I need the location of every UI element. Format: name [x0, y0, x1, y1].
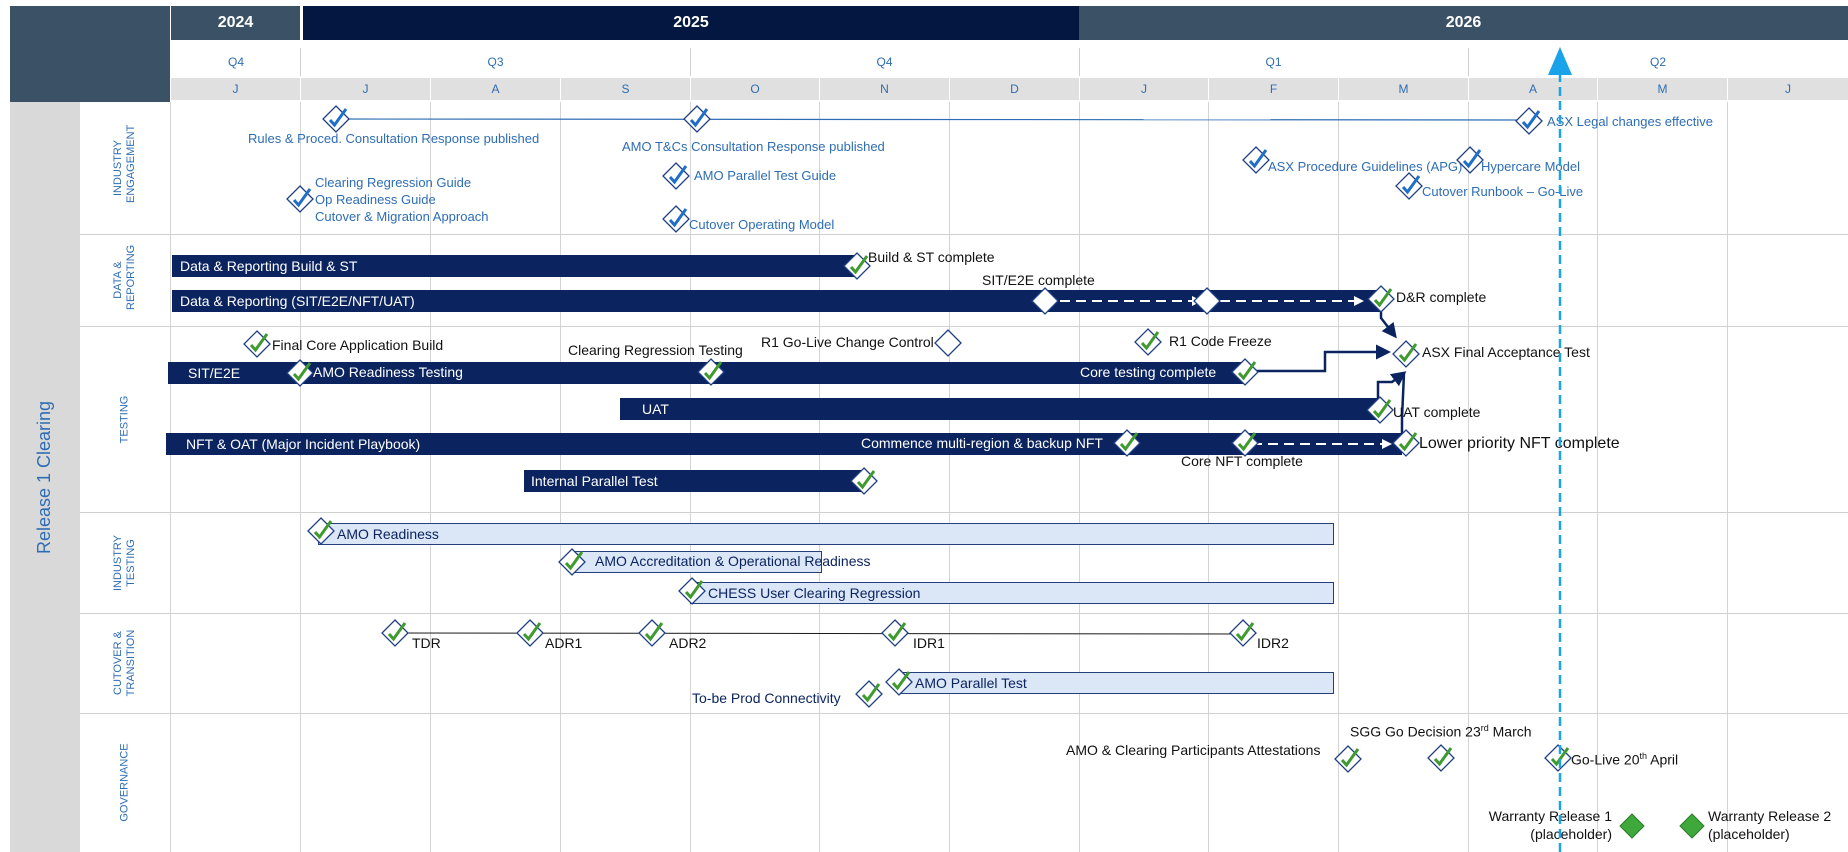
milestone-adr1	[516, 619, 544, 647]
milestone-sit-start	[1031, 287, 1059, 315]
label-r1-change-control: R1 Go-Live Change Control	[761, 334, 934, 350]
milestone-chess-regression	[678, 577, 706, 605]
today-marker	[1548, 47, 1572, 852]
bar-amo-readiness: AMO Readiness	[318, 523, 1334, 545]
milestone-amo-parallel-test	[885, 668, 913, 696]
roadmap-diagram: Release 1 Clearing 2024 2025 2026 Q4 Q3 …	[0, 0, 1848, 852]
label-attestations: AMO & Clearing Participants Attestations	[1066, 742, 1321, 758]
milestone-uat-complete	[1366, 396, 1394, 424]
milestone-cutover-runbook	[1395, 172, 1423, 200]
milestone-core-testing-complete	[1231, 358, 1259, 386]
label-warranty-release-2: Warranty Release 2 (placeholder)	[1708, 808, 1832, 842]
core-testing-arrow	[1250, 344, 1391, 373]
label-amo-parallel-test-guide: AMO Parallel Test Guide	[694, 168, 837, 183]
label-adr2: ADR2	[669, 635, 707, 651]
milestone-adr2	[638, 619, 666, 647]
label-amo-readiness-testing: AMO Readiness Testing	[313, 364, 463, 380]
engagement-link-line	[335, 118, 1531, 121]
milestone-prod-connectivity	[855, 680, 883, 708]
label-commence-multi-region: Commence multi-region & backup NFT	[861, 435, 1103, 451]
milestone-clearing-regression	[697, 358, 725, 386]
label-clearing-regression-guide: Clearing Regression Guide	[315, 175, 472, 190]
label-cutover-operating-model: Cutover Operating Model	[689, 217, 835, 232]
milestone-attestations	[1334, 745, 1362, 773]
label-clearing-regression-testing: Clearing Regression Testing	[568, 342, 743, 358]
today-arrow-icon	[1548, 47, 1572, 75]
milestone-idr2	[1229, 619, 1257, 647]
milestone-rules-response	[322, 105, 350, 133]
milestone-warranty-release-1	[1619, 813, 1645, 839]
label-idr2: IDR2	[1257, 635, 1289, 651]
label-uat-complete: UAT complete	[1393, 404, 1481, 420]
label-r1-code-freeze: R1 Code Freeze	[1169, 333, 1272, 349]
milestone-sgg-go-decision	[1427, 744, 1455, 772]
bar-internal-parallel-test: Internal Parallel Test	[524, 470, 864, 492]
bar-uat: UAT	[620, 398, 1378, 420]
milestone-amo-accreditation	[558, 548, 586, 576]
milestone-r1-change-control	[934, 329, 962, 357]
milestone-r1-code-freeze	[1134, 328, 1162, 356]
label-dr-complete: D&R complete	[1396, 289, 1487, 305]
milestone-dr-complete	[1367, 285, 1395, 313]
milestone-idr1	[881, 619, 909, 647]
label-amo-accreditation: AMO Accreditation & Operational Readines…	[595, 553, 871, 569]
label-tdr: TDR	[412, 635, 441, 651]
milestone-amo-readiness	[307, 517, 335, 545]
label-asx-procedure-guidelines: ASX Procedure Guidelines (APG)	[1268, 159, 1463, 174]
label-sgg-go-decision: SGG Go Decision 23rd March	[1350, 723, 1532, 740]
milestone-sit-complete	[1193, 287, 1221, 315]
milestone-amo-parallel-test-guide	[662, 162, 690, 190]
bar-data-reporting-build: Data & Reporting Build & ST	[172, 255, 855, 277]
label-rules-response: Rules & Proced. Consultation Response pu…	[248, 131, 540, 146]
nft-dashed-progress	[1252, 439, 1392, 449]
milestone-hypercare-model	[1456, 146, 1484, 174]
milestone-lower-priority-nft	[1392, 429, 1420, 457]
label-amo-tcs: AMO T&Cs Consultation Response published	[622, 139, 885, 154]
label-build-complete: Build & ST complete	[868, 249, 995, 265]
label-core-nft-complete: Core NFT complete	[1181, 453, 1303, 469]
milestone-warranty-release-2	[1679, 813, 1705, 839]
milestone-commence-multi-region	[1113, 429, 1141, 457]
milestone-amo-tcs	[683, 105, 711, 133]
milestone-asx-procedure-guidelines	[1242, 146, 1270, 174]
milestone-guides-cluster	[286, 185, 314, 213]
milestone-asx-legal	[1515, 107, 1543, 135]
bar-chess-regression: CHESS User Clearing Regression	[690, 582, 1334, 604]
milestone-asx-final-acceptance	[1392, 340, 1420, 368]
label-lower-priority-nft: Lower priority NFT complete	[1419, 435, 1620, 452]
milestone-amo-readiness-testing	[286, 359, 314, 387]
milestone-tdr	[381, 619, 409, 647]
label-sit-complete: SIT/E2E complete	[982, 272, 1095, 288]
label-op-readiness-guide: Op Readiness Guide	[315, 192, 436, 207]
milestone-final-core-build	[243, 330, 271, 358]
label-final-core-build: Final Core Application Build	[272, 337, 444, 353]
label-cutover-migration: Cutover & Migration Approach	[315, 209, 489, 224]
bar-nft-oat: NFT & OAT (Major Incident Playbook)	[166, 433, 1402, 455]
bar-amo-parallel-test: AMO Parallel Test	[898, 672, 1334, 694]
milestone-internal-parallel-test	[850, 467, 878, 495]
label-core-testing-complete: Core testing complete	[1080, 364, 1217, 380]
label-prod-connectivity: To-be Prod Connectivity	[692, 690, 841, 706]
label-adr1: ADR1	[545, 635, 583, 651]
milestone-build-complete	[843, 252, 871, 280]
label-idr1: IDR1	[913, 635, 945, 651]
milestone-cutover-operating-model	[662, 205, 690, 233]
label-go-live: Go-Live 20th April	[1571, 751, 1679, 768]
